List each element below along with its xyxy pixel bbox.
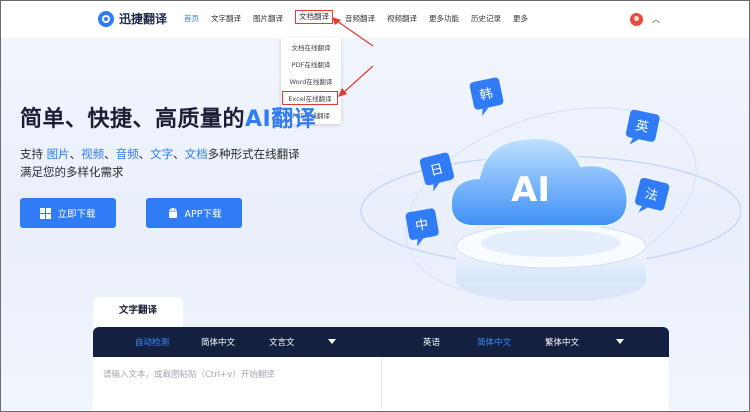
language-bar: 自动检测 简体中文 文言文 英语 简体中文 繁体中文 (93, 327, 669, 357)
windows-icon (40, 207, 52, 219)
cloud-label: AI (511, 170, 550, 210)
source-lang-auto[interactable]: 自动检测 (135, 336, 169, 348)
target-lang-english[interactable]: 英语 (423, 336, 440, 348)
source-lang-simplified[interactable]: 简体中文 (201, 336, 235, 348)
hero-title: 简单、快捷、高质量的AI翻译 (20, 101, 316, 133)
page: 迅捷翻译 首页 文字翻译 图片翻译 文档翻译 音频翻译 视频翻译 更多功能 历史… (0, 0, 750, 412)
subtitle-prefix: 支持 (20, 147, 47, 161)
source-lang-classical[interactable]: 文言文 (269, 336, 295, 348)
app-download-button[interactable]: APP下载 (146, 198, 242, 228)
subtitle-suffix: 多种形式在线翻译 (207, 147, 300, 161)
hero-title-ai: AI翻译 (245, 107, 317, 132)
link-document[interactable]: 文档 (185, 147, 208, 161)
source-lang-dropdown-icon[interactable] (328, 339, 336, 344)
target-lang-simplified[interactable]: 简体中文 (477, 336, 511, 348)
tab-text-translate[interactable]: 文字翻译 (93, 297, 183, 327)
translate-input-area: 请输入文本，或截图粘贴（Ctrl+v）开始翻译 (93, 357, 669, 411)
target-lang-traditional[interactable]: 繁体中文 (545, 336, 579, 348)
link-text[interactable]: 文字 (150, 147, 173, 161)
source-text-input[interactable]: 请输入文本，或截图粘贴（Ctrl+v）开始翻译 (93, 357, 382, 411)
download-button[interactable]: 立即下载 (20, 198, 116, 228)
link-video[interactable]: 视频 (81, 147, 104, 161)
app-download-button-label: APP下载 (184, 209, 222, 220)
download-button-label: 立即下载 (57, 209, 96, 220)
hero-title-main: 简单、快捷、高质量的 (20, 107, 246, 132)
hero-subtitle-line2: 满足您的多样化需求 (20, 165, 124, 179)
target-lang-dropdown-icon[interactable] (616, 339, 624, 344)
hero-subtitle: 支持 图片、视频、音频、文字、文档多种形式在线翻译 (20, 147, 300, 161)
ai-cloud-illustration: AI 韩 英 日 法 中 (360, 77, 741, 301)
android-icon (168, 208, 177, 218)
link-image[interactable]: 图片 (47, 147, 70, 161)
link-audio[interactable]: 音频 (116, 147, 139, 161)
bubble-chinese: 中 (414, 217, 429, 234)
source-placeholder: 请输入文本，或截图粘贴（Ctrl+v）开始翻译 (103, 370, 275, 380)
